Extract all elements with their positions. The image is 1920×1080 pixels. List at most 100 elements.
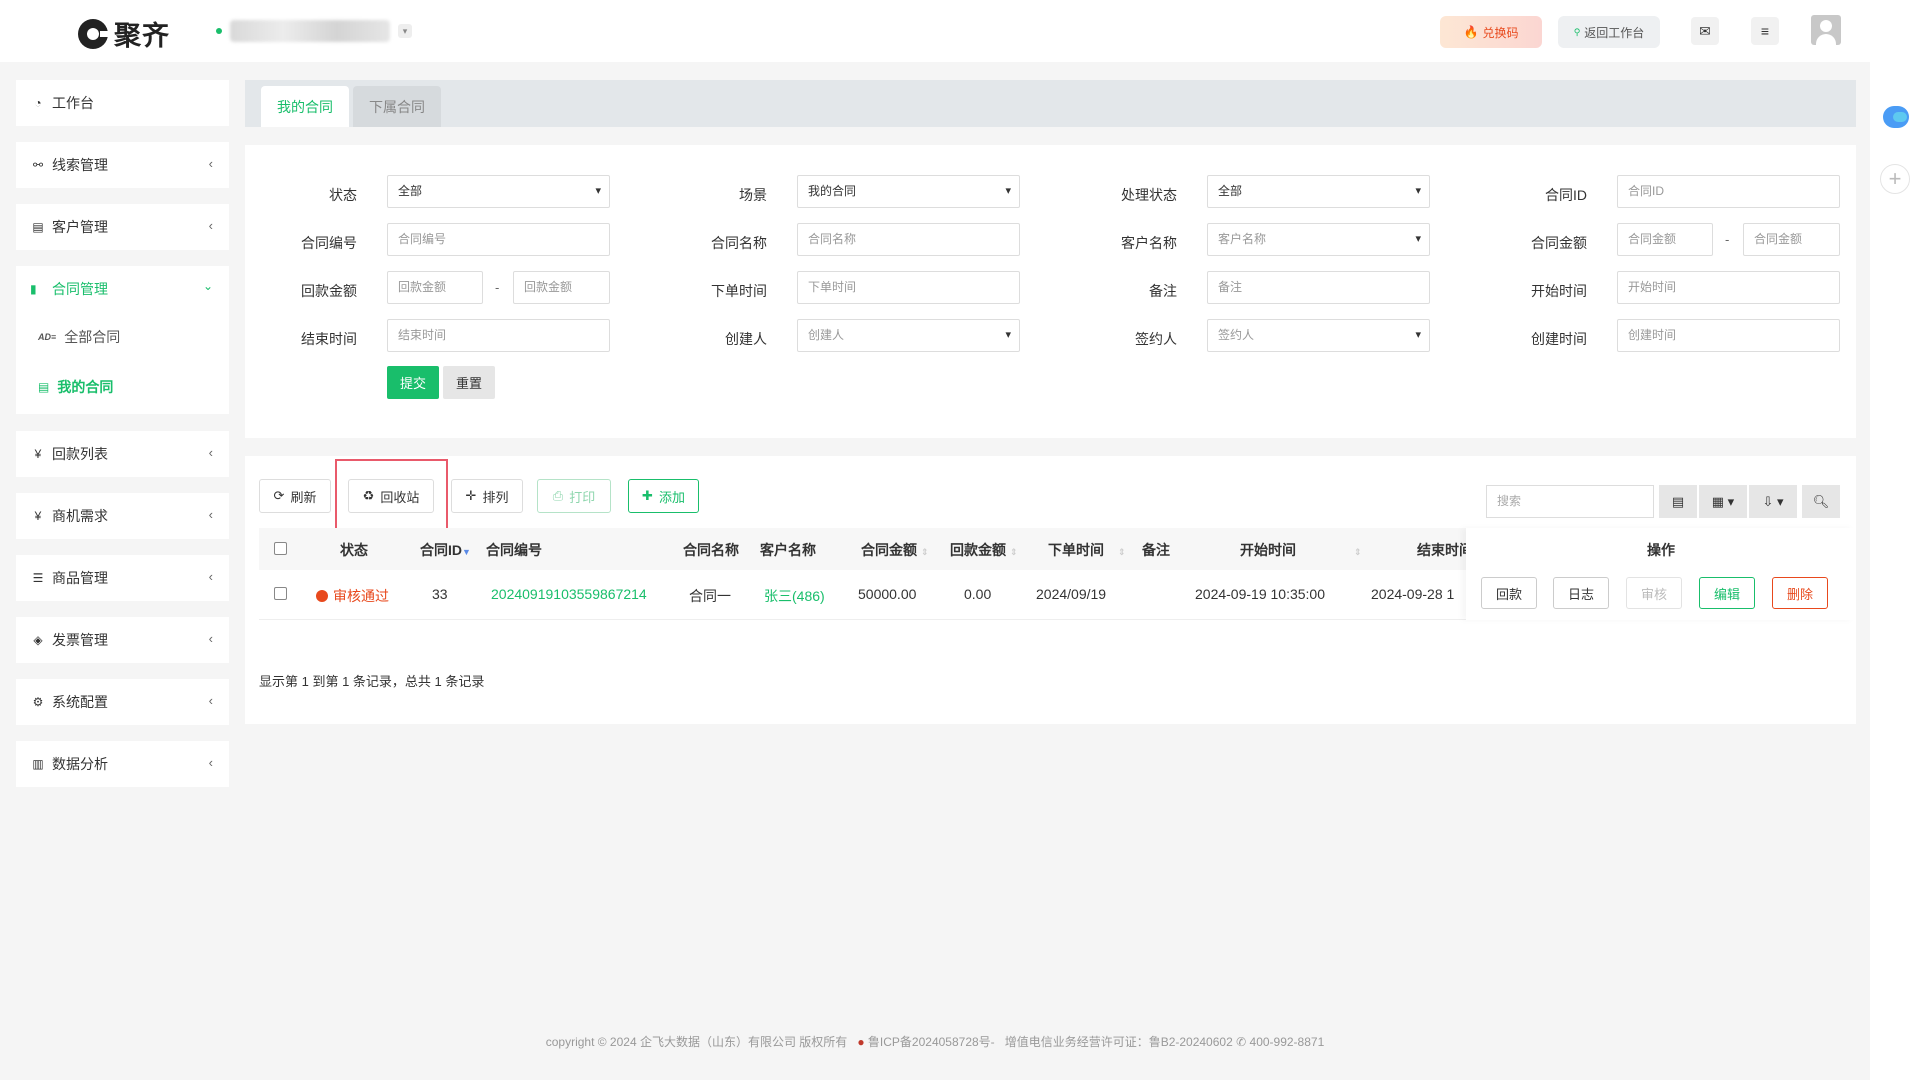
cell-number-link[interactable]: 20240919103559867214 xyxy=(491,586,647,602)
column-header-payment-label: 回款金额 xyxy=(950,542,1006,558)
created-time-input[interactable]: 创建时间 xyxy=(1617,319,1840,352)
sidebar-item-label: 发票管理 xyxy=(52,632,108,648)
chevron-left-icon: ‹ xyxy=(208,507,213,522)
column-header-start-time[interactable]: 开始时间 ⇕ xyxy=(1240,540,1362,560)
contract-amount-max-input[interactable]: 合同金额 xyxy=(1743,223,1840,256)
printer-icon: ⎙ xyxy=(552,488,564,503)
scene-select[interactable]: 我的合同 xyxy=(797,175,1020,208)
cell-start-time: 2024-09-19 10:35:00 xyxy=(1195,586,1325,602)
sidebar-item-workbench[interactable]: ◔ 工作台 xyxy=(16,80,229,126)
sidebar-item-invoices[interactable]: ◈ 发票管理 ‹ xyxy=(16,617,229,663)
submit-button[interactable]: 提交 xyxy=(387,366,439,399)
tab-my-contracts[interactable]: 我的合同 xyxy=(261,86,349,127)
reset-button[interactable]: 重置 xyxy=(443,366,495,399)
customer-name-select[interactable]: 客户名称 xyxy=(1207,223,1430,256)
delete-button[interactable]: 删除 xyxy=(1772,577,1828,609)
contract-tabs: 我的合同 下属合同 xyxy=(245,80,1856,127)
cell-customer-link[interactable]: 张三(486) xyxy=(764,586,825,606)
status-dot-icon xyxy=(316,590,328,602)
log-button[interactable]: 日志 xyxy=(1553,577,1609,609)
menu-icon[interactable]: ≡ xyxy=(1751,17,1779,45)
process-status-select[interactable]: 全部 xyxy=(1207,175,1430,208)
start-time-input[interactable]: 开始时间 xyxy=(1617,271,1840,304)
created-time-label: 创建时间 xyxy=(1531,331,1587,347)
add-label: 添加 xyxy=(658,489,685,505)
payment-amount-min-input[interactable]: 回款金额 xyxy=(387,271,483,304)
audit-button[interactable]: 审核 xyxy=(1626,577,1682,609)
remark-input[interactable]: 备注 xyxy=(1207,271,1430,304)
table-search-input[interactable]: 搜索 xyxy=(1486,485,1654,518)
sort-icon: ⇕ xyxy=(1010,547,1018,557)
select-all-checkbox[interactable] xyxy=(274,542,287,555)
arrange-button[interactable]: ✛ 排列 xyxy=(451,479,523,513)
sidebar-item-label: 客户管理 xyxy=(52,219,108,235)
signer-label: 签约人 xyxy=(1135,331,1177,347)
sidebar-item-label: 线索管理 xyxy=(52,157,108,173)
creator-select[interactable]: 创建人 xyxy=(797,319,1020,352)
sidebar-subitem-all-contracts[interactable]: AD≡ 全部合同 xyxy=(16,312,229,362)
sidebar-item-opportunities[interactable]: ¥ 商机需求 ‹ xyxy=(16,493,229,539)
chevron-left-icon: ‹ xyxy=(208,218,213,233)
payment-amount-max-input[interactable]: 回款金额 xyxy=(513,271,610,304)
back-to-workbench-button[interactable]: ⚲ 返回工作台 xyxy=(1558,16,1660,48)
bookmark-icon: ▮ xyxy=(30,282,37,296)
end-time-input[interactable]: 结束时间 xyxy=(387,319,610,352)
refresh-button[interactable]: ⟳ 刷新 xyxy=(259,479,331,513)
contract-amount-min-input[interactable]: 合同金额 xyxy=(1617,223,1713,256)
contract-number-input[interactable]: 合同编号 xyxy=(387,223,610,256)
caret-down-icon: ▾ xyxy=(398,24,412,38)
sidebar-item-customers[interactable]: ▤ 客户管理 ‹ xyxy=(16,204,229,250)
refresh-label: 刷新 xyxy=(290,489,317,505)
avatar[interactable] xyxy=(1811,15,1841,45)
row-checkbox[interactable] xyxy=(274,587,287,600)
contract-name-input[interactable]: 合同名称 xyxy=(797,223,1020,256)
footer-icp-link[interactable]: 鲁ICP备2024058728号- xyxy=(868,1035,995,1049)
sidebar-item-leads[interactable]: ⚯ 线索管理 ‹ xyxy=(16,142,229,188)
export-icon[interactable]: ⇩ ▾ xyxy=(1749,485,1797,518)
chevron-left-icon: ‹ xyxy=(208,569,213,584)
sort-icon: ⇕ xyxy=(1354,547,1362,557)
online-dot-icon xyxy=(216,28,222,34)
status-select[interactable]: 全部 xyxy=(387,175,610,208)
print-button[interactable]: ⎙ 打印 xyxy=(537,479,611,513)
logo[interactable]: 聚齐 xyxy=(78,14,170,53)
gears-icon: ⚙ xyxy=(32,695,44,709)
order-time-input[interactable]: 下单时间 xyxy=(797,271,1020,304)
dashboard-icon: ◔ xyxy=(34,96,42,110)
contract-id-input[interactable]: 合同ID xyxy=(1617,175,1840,208)
sidebar-item-label: 商品管理 xyxy=(52,570,108,586)
column-header-order-time[interactable]: 下单时间 ⇕ xyxy=(1048,540,1126,560)
column-header-payment[interactable]: 回款金额 ⇕ xyxy=(950,540,1018,560)
column-header-amount[interactable]: 合同金额 ⇕ xyxy=(861,540,929,560)
edit-button[interactable]: 编辑 xyxy=(1699,577,1755,609)
start-time-label: 开始时间 xyxy=(1531,283,1587,299)
range-dash: - xyxy=(1725,232,1730,247)
sidebar-item-products[interactable]: ☰ 商品管理 ‹ xyxy=(16,555,229,601)
mail-icon[interactable]: ✉ xyxy=(1691,17,1719,45)
redeem-label: 兑换码 xyxy=(1482,25,1519,40)
sidebar-item-payments[interactable]: ¥ 回款列表 ‹ xyxy=(16,431,229,477)
sidebar-item-label: 系统配置 xyxy=(52,694,108,710)
tab-subordinate-contracts[interactable]: 下属合同 xyxy=(353,86,441,127)
remark-label: 备注 xyxy=(1149,283,1177,299)
signer-select[interactable]: 签约人 xyxy=(1207,319,1430,352)
sidebar-subitem-my-contracts[interactable]: ▤ 我的合同 xyxy=(16,362,229,412)
company-switcher[interactable]: ▾ xyxy=(216,20,412,42)
chat-icon[interactable] xyxy=(1883,106,1909,128)
redeem-code-button[interactable]: 🔥 兑换码 xyxy=(1440,16,1542,48)
cell-order-time: 2024/09/19 xyxy=(1036,586,1107,602)
print-label: 打印 xyxy=(569,489,596,505)
table-view-icon[interactable]: ▤ xyxy=(1659,485,1697,518)
payment-button[interactable]: 回款 xyxy=(1481,577,1537,609)
column-header-customer: 客户名称 xyxy=(760,542,816,558)
sidebar-item-system[interactable]: ⚙ 系统配置 ‹ xyxy=(16,679,229,725)
columns-icon[interactable]: ▦ ▾ xyxy=(1699,485,1747,518)
creator-label: 创建人 xyxy=(725,331,767,347)
search-icon[interactable]: 🔍︎ xyxy=(1802,485,1840,518)
add-shortcut-icon[interactable]: + xyxy=(1880,164,1910,194)
column-header-id[interactable]: 合同ID▼ xyxy=(420,540,471,560)
sidebar-subitem-label: 全部合同 xyxy=(64,329,121,345)
sidebar-item-analytics[interactable]: ▥ 数据分析 ‹ xyxy=(16,741,229,787)
sidebar-item-contracts[interactable]: ▮ 合同管理 ⌄ xyxy=(16,266,229,312)
add-button[interactable]: ✚ 添加 xyxy=(628,479,699,513)
